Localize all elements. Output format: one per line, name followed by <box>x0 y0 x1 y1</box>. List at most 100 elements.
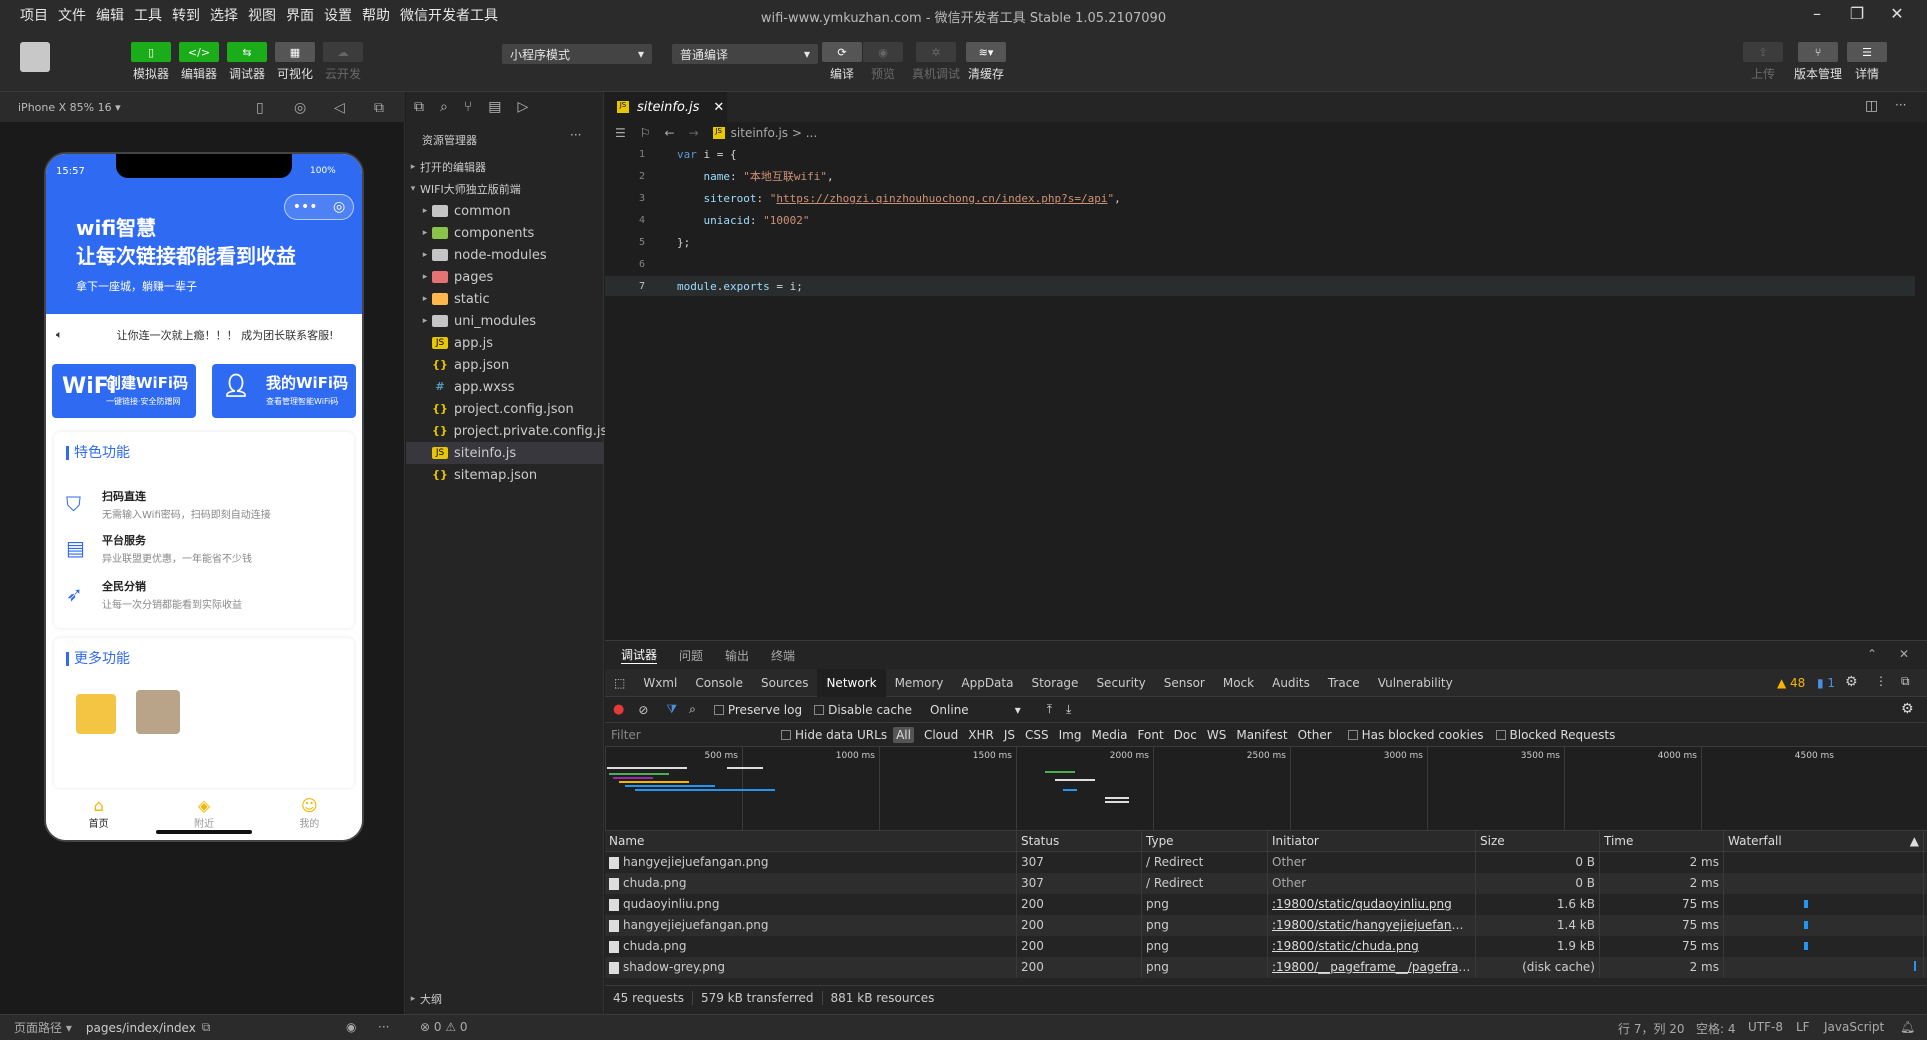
message-count[interactable]: ▮ 1 <box>1817 676 1835 690</box>
version-button[interactable]: ⑂ 版本管理 <box>1792 42 1844 82</box>
col-size[interactable]: Size <box>1476 830 1600 852</box>
inspect-icon[interactable]: ⬚ <box>605 669 634 697</box>
tree-folder-components[interactable]: ▸ components <box>406 222 604 244</box>
bookmark-icon[interactable]: ⚐ <box>640 126 651 140</box>
more-icon[interactable]: ••• <box>293 199 318 215</box>
throttle-select[interactable]: Online ▾ <box>930 703 1021 717</box>
more-icon[interactable]: ··· <box>1895 98 1906 112</box>
menu-tools[interactable]: 工具 <box>134 5 162 25</box>
hide-data-urls-checkbox[interactable]: Hide data URLs <box>781 728 887 742</box>
restore-icon[interactable]: ❐ <box>1837 4 1877 23</box>
table-row[interactable]: hangyejiejuefangan.png 200 png :19800/st… <box>605 915 1927 936</box>
notice-bar[interactable]: 🔈︎ 让你连一次就上瘾！！！ 成为团长联系客服! <box>46 324 362 346</box>
record-icon[interactable]: ● <box>613 702 624 717</box>
menu-view[interactable]: 视图 <box>248 5 276 25</box>
upload-button[interactable]: ⇪ 上传 <box>1742 42 1784 82</box>
tree-file-project-config[interactable]: {} project.config.json <box>406 398 604 420</box>
tab-terminal[interactable]: 终端 <box>771 647 795 664</box>
line-ending[interactable]: LF <box>1796 1020 1810 1034</box>
menu-goto[interactable]: 转到 <box>172 5 200 25</box>
menu-help[interactable]: 帮助 <box>362 5 390 25</box>
menu-interface[interactable]: 界面 <box>286 5 314 25</box>
tab-sources[interactable]: Sources <box>752 669 817 697</box>
tree-folder-pages[interactable]: ▸ pages <box>406 266 604 288</box>
menu-file[interactable]: 文件 <box>58 5 86 25</box>
export-icon[interactable]: ⤓ <box>1066 702 1071 717</box>
filter-css[interactable]: CSS <box>1025 728 1049 742</box>
volume-icon[interactable]: ◁ <box>334 100 345 116</box>
close-target-icon[interactable]: ◎ <box>333 199 345 215</box>
table-row[interactable]: chuda.png 307 / Redirect Other 0 B 2 ms <box>605 873 1927 894</box>
extensions-icon[interactable]: ▤ <box>488 99 501 115</box>
source-control-icon[interactable]: ⑂ <box>464 99 472 115</box>
cloud-button[interactable]: ☁ 云开发 <box>322 42 364 82</box>
feature-item[interactable]: ⛉ 扫码直连 无需输入Wifi密码，扫码即刻自动连接 <box>66 488 346 528</box>
clear-cache-button[interactable]: ≋▾ 清缓存 <box>965 42 1007 82</box>
create-wifi-button[interactable]: WiFi 创建WiFi码 一键链接·安全防蹭网 <box>52 364 196 418</box>
debug-icon[interactable]: ▷ <box>517 99 528 115</box>
simulator-button[interactable]: ▯ 模拟器 <box>130 42 172 82</box>
tab-siteinfo[interactable]: JS siteinfo.js ✕ <box>605 92 727 122</box>
table-row[interactable]: hangyejiejuefangan.png 307 / Redirect Ot… <box>605 852 1927 873</box>
list-icon[interactable]: ☰ <box>615 126 626 140</box>
tree-file-app-js[interactable]: JS app.js <box>406 332 604 354</box>
gear-icon[interactable]: ⚙ <box>1845 674 1858 690</box>
compile-select[interactable]: 普通编译 ▾ <box>672 44 818 64</box>
filter-other[interactable]: Other <box>1298 728 1332 742</box>
tree-folder-node-modules[interactable]: ▸ node-modules <box>406 244 604 266</box>
avatar[interactable] <box>20 42 50 72</box>
filter-js[interactable]: JS <box>1004 728 1015 742</box>
tab-wxml[interactable]: Wxml <box>634 669 686 697</box>
col-name[interactable]: Name <box>605 830 1017 852</box>
minimize-icon[interactable]: – <box>1797 4 1837 23</box>
preserve-log-checkbox[interactable]: Preserve log <box>713 703 802 717</box>
dock-icon[interactable]: ⧉ <box>1901 674 1910 689</box>
col-type[interactable]: Type <box>1142 830 1268 852</box>
tab-trace[interactable]: Trace <box>1319 669 1369 697</box>
search-icon[interactable]: ⌕ <box>689 702 696 717</box>
filter-icon[interactable]: ⧩ <box>666 702 677 717</box>
menu-wechat-devtools[interactable]: 微信开发者工具 <box>400 5 498 25</box>
col-initiator[interactable]: Initiator <box>1268 830 1476 852</box>
filter-all[interactable]: All <box>893 726 914 743</box>
menu-edit[interactable]: 编辑 <box>96 5 124 25</box>
project-section[interactable]: ▾ WIFI大师独立版前端 <box>406 178 604 200</box>
split-editor-icon[interactable]: ◫ <box>1865 98 1878 114</box>
language-mode[interactable]: JavaScript <box>1824 1020 1884 1034</box>
col-time[interactable]: Time <box>1600 830 1724 852</box>
tree-file-siteinfo[interactable]: JS siteinfo.js <box>406 442 604 464</box>
filter-font[interactable]: Font <box>1138 728 1164 742</box>
debugger-button[interactable]: ⇆ 调试器 <box>226 42 268 82</box>
record-icon[interactable]: ◎ <box>294 100 306 116</box>
filter-ws[interactable]: WS <box>1207 728 1226 742</box>
chevron-up-icon[interactable]: ⌃ <box>1867 647 1877 661</box>
tab-mine[interactable]: ☺ 我的 <box>257 790 362 840</box>
more-item-image[interactable] <box>136 690 180 734</box>
tab-problems[interactable]: 问题 <box>679 647 703 664</box>
gear-icon[interactable]: ⚙ <box>1901 701 1914 717</box>
preview-button[interactable]: ◉ 预览 <box>862 42 904 82</box>
tab-network[interactable]: Network <box>817 668 886 697</box>
back-icon[interactable]: ← <box>665 126 675 140</box>
capsule-menu[interactable]: ••• ◎ <box>284 194 354 220</box>
tab-console[interactable]: Console <box>686 669 752 697</box>
files-icon[interactable]: ⧉ <box>414 99 424 115</box>
tab-audits[interactable]: Audits <box>1263 669 1319 697</box>
forward-icon[interactable]: → <box>689 126 699 140</box>
tab-security[interactable]: Security <box>1087 669 1154 697</box>
table-row[interactable]: chuda.png 200 png :19800/static/chuda.pn… <box>605 936 1927 957</box>
filter-cloud[interactable]: Cloud <box>924 728 958 742</box>
indentation[interactable]: 空格: 4 <box>1696 1020 1736 1037</box>
tree-file-app-json[interactable]: {} app.json <box>406 354 604 376</box>
initiator-link[interactable]: :19800/static/qudaoyinliu.png <box>1272 897 1452 911</box>
initiator-link[interactable]: :19800/static/chuda.png <box>1272 939 1419 953</box>
visual-button[interactable]: ▦ 可视化 <box>274 42 316 82</box>
filter-manifest[interactable]: Manifest <box>1236 728 1287 742</box>
blocked-cookies-checkbox[interactable]: Has blocked cookies <box>1347 728 1484 742</box>
col-status[interactable]: Status <box>1017 830 1142 852</box>
more-vertical-icon[interactable]: ⋮ <box>1875 674 1887 688</box>
details-button[interactable]: ☰ 详情 <box>1846 42 1888 82</box>
network-timeline[interactable]: 500 ms 1000 ms 1500 ms 2000 ms 2500 ms 3… <box>605 747 1927 831</box>
tab-home[interactable]: ⌂ 首页 <box>46 790 151 840</box>
warning-count[interactable]: ▲ 48 <box>1777 676 1805 690</box>
